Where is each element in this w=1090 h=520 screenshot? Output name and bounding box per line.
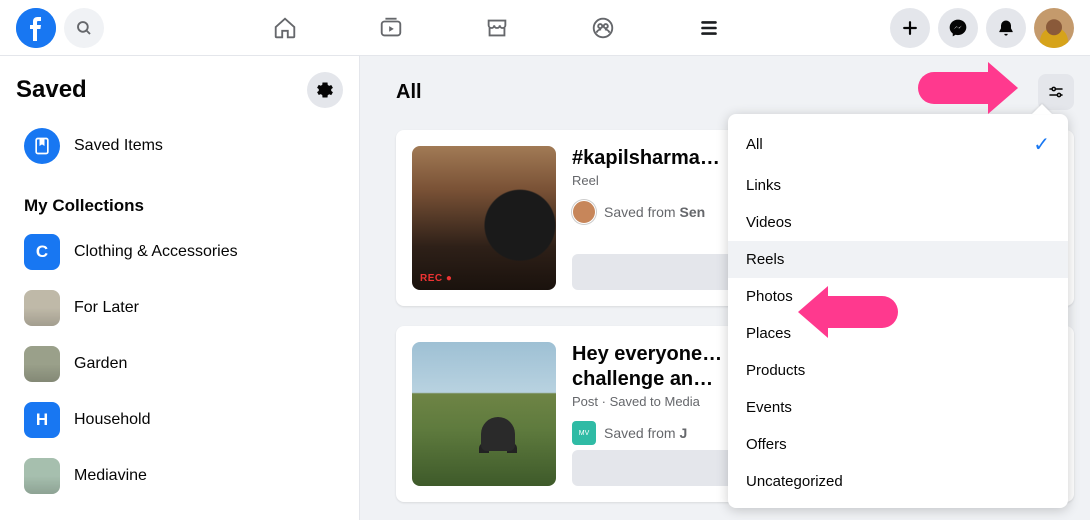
mini-page-icon: MV bbox=[572, 421, 596, 445]
filter-option[interactable]: All ✓ bbox=[728, 122, 1068, 167]
sidebar-saved-items[interactable]: Saved Items bbox=[16, 118, 351, 174]
collection-label: Garden bbox=[74, 355, 127, 373]
settings-button[interactable] bbox=[307, 72, 343, 108]
annotation-arrow bbox=[918, 62, 1018, 114]
main: All #kapilsharma… Reel Saved from Sen Ad… bbox=[360, 56, 1090, 520]
sidebar-title: Saved bbox=[16, 76, 87, 104]
filter-dropdown: All ✓ Links Videos Reels Photos Places Products… bbox=[728, 114, 1068, 508]
filter-option-label: Uncategorized bbox=[746, 473, 843, 490]
saved-items-icon bbox=[24, 128, 60, 164]
filter-option[interactable]: Events bbox=[728, 389, 1068, 426]
see-more[interactable]: See more bbox=[16, 510, 351, 520]
watch-tab[interactable] bbox=[378, 15, 404, 41]
filter-option-label: Links bbox=[746, 177, 781, 194]
collection-icon bbox=[24, 346, 60, 382]
sidebar-collection[interactable]: Mediavine bbox=[16, 448, 351, 504]
filter-option-label: Offers bbox=[746, 436, 787, 453]
filter-option-label: Photos bbox=[746, 288, 793, 305]
card-thumbnail[interactable] bbox=[412, 342, 556, 486]
sliders-icon bbox=[1047, 83, 1065, 101]
sidebar-item-label: Saved Items bbox=[74, 137, 163, 155]
filter-option-label: Events bbox=[746, 399, 792, 416]
sidebar-collection[interactable]: For Later bbox=[16, 280, 351, 336]
home-tab[interactable] bbox=[272, 15, 298, 41]
annotation-arrow bbox=[798, 286, 898, 338]
filter-option-label: Places bbox=[746, 325, 791, 342]
messenger-icon bbox=[948, 18, 968, 38]
facebook-logo[interactable] bbox=[16, 8, 56, 48]
sidebar-collection[interactable]: C Clothing & Accessories bbox=[16, 224, 351, 280]
card-thumbnail[interactable] bbox=[412, 146, 556, 290]
collection-icon bbox=[24, 290, 60, 326]
sidebar: Saved Saved Items My Collections C Clothi… bbox=[0, 56, 360, 520]
filter-option[interactable]: Photos bbox=[728, 278, 1068, 315]
filter-option-label: Videos bbox=[746, 214, 792, 231]
filter-option[interactable]: Videos bbox=[728, 204, 1068, 241]
sidebar-section-label: My Collections bbox=[16, 192, 351, 224]
marketplace-tab[interactable] bbox=[484, 15, 510, 41]
filter-option[interactable]: Offers bbox=[728, 426, 1068, 463]
home-icon bbox=[272, 15, 298, 41]
sidebar-collection[interactable]: Garden bbox=[16, 336, 351, 392]
notifications-button[interactable] bbox=[986, 8, 1026, 48]
filter-option[interactable]: Products bbox=[728, 352, 1068, 389]
groups-tab[interactable] bbox=[590, 15, 616, 41]
gear-icon bbox=[315, 80, 335, 100]
create-button[interactable] bbox=[890, 8, 930, 48]
search-icon bbox=[75, 19, 93, 37]
collection-label: Household bbox=[74, 411, 151, 429]
filter-option[interactable]: Reels bbox=[728, 241, 1068, 278]
top-nav bbox=[0, 0, 1090, 56]
collection-label: For Later bbox=[74, 299, 139, 317]
search-button[interactable] bbox=[64, 8, 104, 48]
main-title: All bbox=[396, 81, 422, 104]
menu-hamburger[interactable] bbox=[696, 15, 722, 41]
profile-avatar[interactable] bbox=[1034, 8, 1074, 48]
collection-icon: C bbox=[24, 234, 60, 270]
messenger-button[interactable] bbox=[938, 8, 978, 48]
hamburger-icon bbox=[696, 15, 722, 41]
filter-option[interactable]: Links bbox=[728, 167, 1068, 204]
collection-icon: H bbox=[24, 402, 60, 438]
filter-option-label: Reels bbox=[746, 251, 784, 268]
filter-option[interactable]: Uncategorized bbox=[728, 463, 1068, 500]
groups-icon bbox=[590, 15, 616, 41]
collection-label: Mediavine bbox=[74, 467, 147, 485]
mini-avatar bbox=[572, 200, 596, 224]
collection-label: Clothing & Accessories bbox=[74, 243, 238, 261]
sidebar-collection[interactable]: H Household bbox=[16, 392, 351, 448]
check-icon: ✓ bbox=[1033, 132, 1050, 157]
store-icon bbox=[484, 15, 510, 41]
play-rect-icon bbox=[378, 15, 404, 41]
filter-option-label: All bbox=[746, 136, 763, 153]
filter-option-label: Products bbox=[746, 362, 805, 379]
filter-option[interactable]: Places bbox=[728, 315, 1068, 352]
bell-icon bbox=[996, 18, 1016, 38]
plus-icon bbox=[900, 18, 920, 38]
collection-icon bbox=[24, 458, 60, 494]
